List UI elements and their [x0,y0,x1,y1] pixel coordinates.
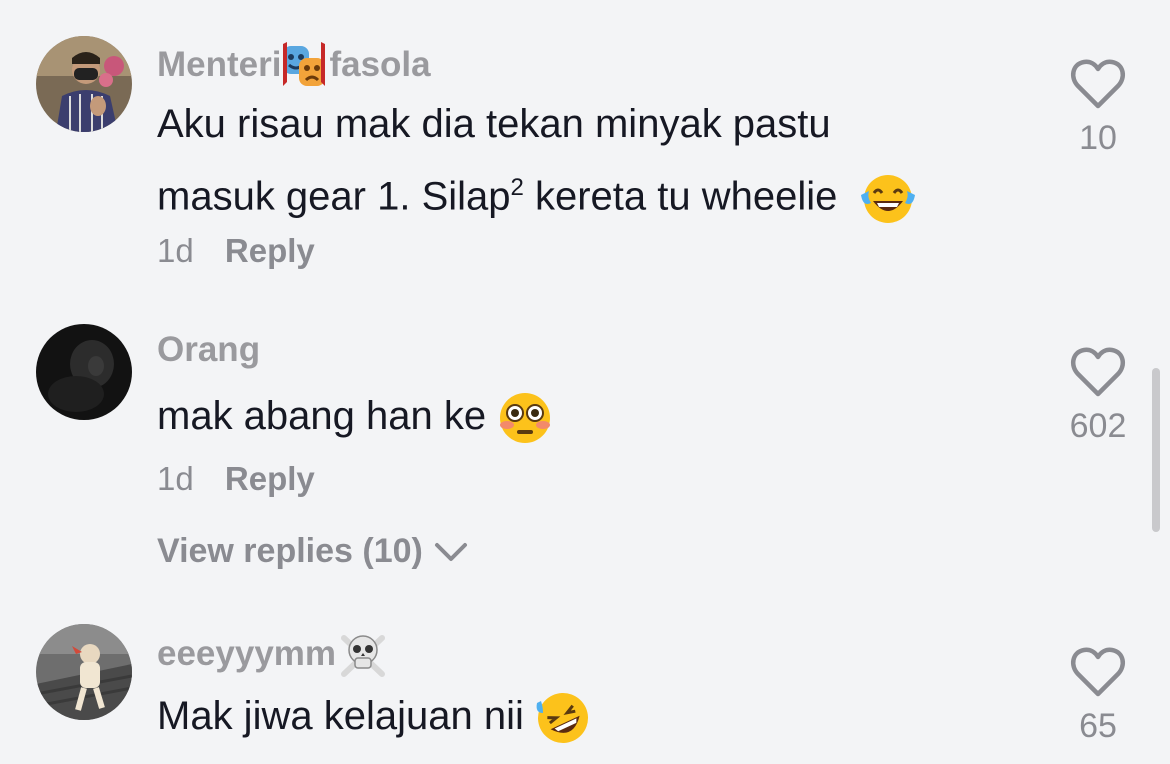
tears-of-joy-emoji-icon [859,173,917,225]
like-count: 10 [1079,119,1117,157]
reply-button[interactable]: Reply [225,232,315,269]
like-count: 65 [1079,707,1117,745]
like-button[interactable]: 65 [1062,646,1134,746]
like-count: 602 [1069,407,1127,445]
reply-button[interactable]: Reply [225,460,315,497]
comment-text: Aku risau mak dia tekan minyak pastu mas… [157,92,917,228]
comment-age: 1d [157,460,194,497]
avatar[interactable] [36,324,132,420]
comment-line-text: masuk gear 1. Silap [157,174,511,219]
flushed-face-emoji-icon [497,391,553,445]
view-replies-label: View replies (10) [157,532,423,570]
comment-line: masuk gear 1. Silap2 kereta tu wheelie [157,156,917,228]
avatar[interactable] [36,624,132,720]
heart-icon [1070,347,1126,397]
username[interactable]: Orang [157,330,260,370]
like-button[interactable]: 10 [1062,58,1134,158]
view-replies-button[interactable]: View replies (10) [157,532,469,571]
rofl-emoji-icon [535,691,591,745]
comment-line-text: mak abang han ke [157,394,487,438]
comment-line-text: kereta tu wheelie [523,174,838,219]
heart-icon [1070,647,1126,697]
scrollbar[interactable] [1152,368,1160,532]
username-text: Menteri [157,45,282,84]
username-text: fasola [329,45,431,84]
heart-icon [1070,59,1126,109]
username-text: eeeyyymm [157,634,337,673]
avatar[interactable] [36,36,132,132]
comment-line-text: Mak jiwa kelajuan nii [157,694,524,738]
comment-meta: 1d Reply [157,460,315,498]
skull-crossbones-emoji-icon [338,630,388,678]
performing-arts-emoji-icon [281,42,329,88]
comment-line: Aku risau mak dia tekan minyak pastu [157,102,831,146]
chevron-down-icon [434,542,467,561]
comment-text: Mak jiwa kelajuan nii [157,684,591,748]
comment-age: 1d [157,232,194,269]
superscript: 2 [510,174,524,201]
username[interactable]: Menteri fasola [157,42,431,88]
comment-text: mak abang han ke [157,384,553,448]
comment-meta: 1d Reply [157,232,315,270]
username[interactable]: eeeyyymm [157,630,388,678]
like-button[interactable]: 602 [1062,346,1134,446]
